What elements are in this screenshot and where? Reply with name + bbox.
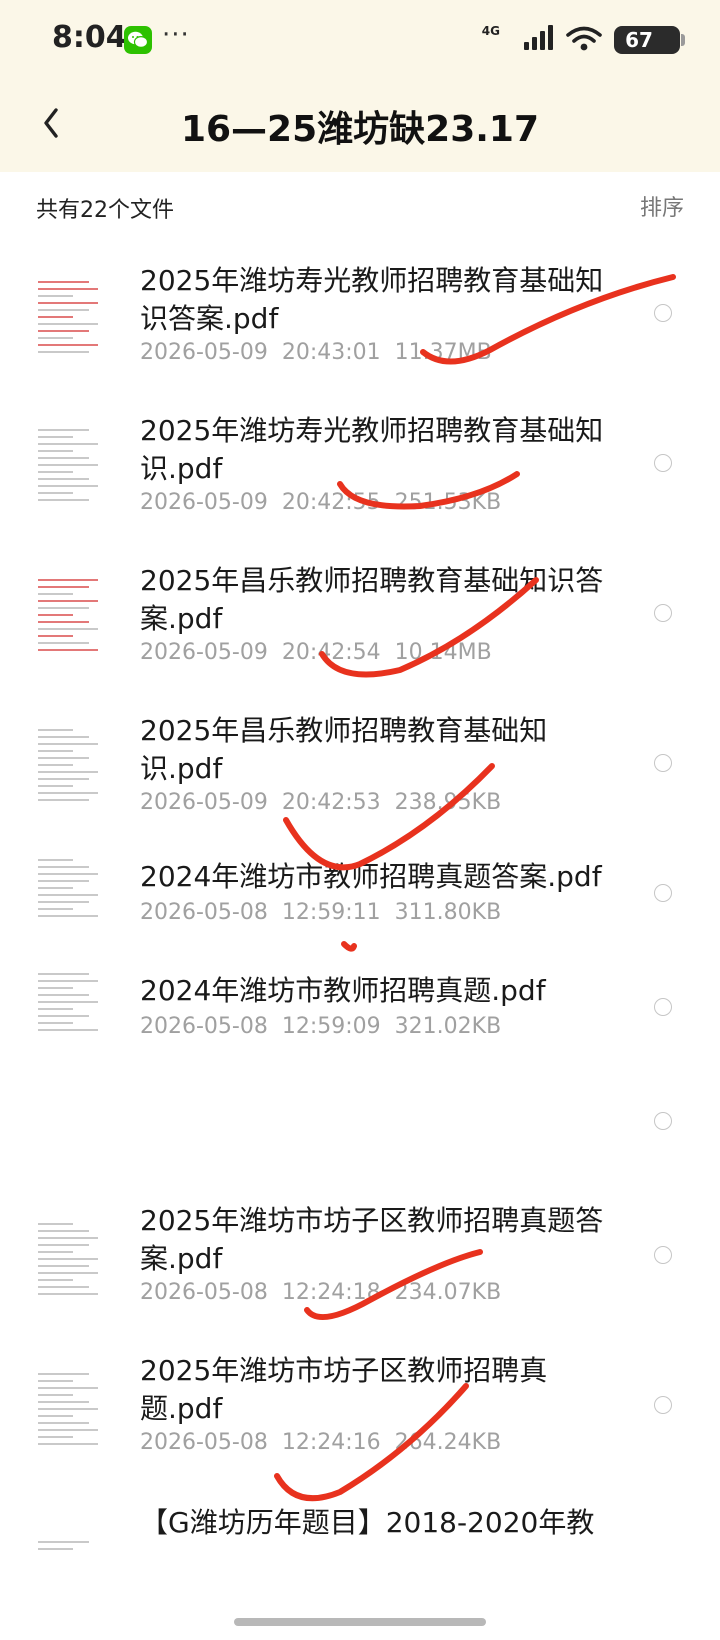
file-date: 2026-05-09 — [140, 340, 268, 365]
file-meta: 2026-05-09 20:42:55 251.53KB — [140, 490, 501, 515]
select-radio[interactable] — [654, 754, 672, 772]
file-time: 20:42:55 — [281, 490, 381, 515]
signal-icon — [522, 24, 554, 54]
file-row[interactable]: 【G潍坊历年题目】2018-2020年教 — [0, 1482, 720, 1620]
battery-icon: 67 — [614, 26, 685, 54]
file-row[interactable]: 2025年昌乐教师招聘教育基础知识答案.pdf 2026-05-09 20:42… — [0, 542, 720, 692]
file-time: 12:59:09 — [281, 1014, 381, 1039]
file-time: 20:42:54 — [281, 640, 381, 665]
file-size: 10.14MB — [394, 640, 492, 665]
file-thumbnail — [36, 1368, 100, 1452]
file-thumbnail — [36, 854, 100, 938]
select-radio[interactable] — [654, 884, 672, 902]
file-meta: 2026-05-08 12:59:09 321.02KB — [140, 1014, 501, 1039]
file-time: 12:24:18 — [281, 1280, 381, 1305]
file-row[interactable]: 2025年潍坊寿光教师招聘教育基础知识答案.pdf 2026-05-09 20:… — [0, 242, 720, 392]
file-thumbnail — [36, 1218, 100, 1302]
file-size: 251.53KB — [394, 490, 502, 515]
summary-bar: 共有22个文件 排序 — [0, 172, 720, 242]
file-meta: 2026-05-09 20:42:53 238.95KB — [140, 790, 501, 815]
file-date: 2026-05-09 — [140, 790, 268, 815]
file-thumbnail — [36, 968, 100, 1052]
file-name: 【G潍坊历年题目】2018-2020年教 — [140, 1506, 595, 1539]
file-row[interactable]: 2025年潍坊寿光教师招聘教育基础知识.pdf 2026-05-09 20:42… — [0, 392, 720, 542]
file-name: 2024年潍坊市教师招聘真题答案.pdf — [140, 860, 602, 893]
file-row[interactable]: 2024年潍坊市教师招聘真题答案.pdf 2026-05-08 12:59:11… — [0, 840, 720, 954]
wifi-icon — [566, 26, 602, 56]
select-radio[interactable] — [654, 998, 672, 1016]
file-time: 12:24:16 — [281, 1430, 381, 1455]
file-row[interactable]: 2024年潍坊市教师招聘真题.pdf 2026-05-08 12:59:09 3… — [0, 954, 720, 1068]
status-time: 8:04 — [52, 20, 127, 55]
file-time: 20:43:01 — [281, 340, 381, 365]
file-name: 2024年潍坊市教师招聘真题.pdf — [140, 974, 546, 1007]
file-row[interactable]: 2025年潍坊市坊子区教师招聘真题.pdf 2026-05-08 12:24:1… — [0, 1332, 720, 1482]
file-size: 264.24KB — [394, 1430, 502, 1455]
file-list: 2025年潍坊寿光教师招聘教育基础知识答案.pdf 2026-05-09 20:… — [0, 242, 720, 1620]
home-indicator[interactable] — [234, 1618, 486, 1626]
file-name: 2025年潍坊市坊子区教师招聘真题答案.pdf — [140, 1204, 604, 1275]
select-radio[interactable] — [654, 1396, 672, 1414]
battery-level: 67 — [625, 28, 653, 52]
file-size: 11.37MB — [394, 340, 492, 365]
file-date: 2026-05-08 — [140, 1430, 268, 1455]
file-row[interactable] — [0, 1068, 720, 1182]
file-meta: 2026-05-09 20:42:54 10.14MB — [140, 640, 492, 665]
select-radio[interactable] — [654, 1112, 672, 1130]
file-thumbnail — [36, 724, 100, 808]
file-size: 311.80KB — [394, 900, 502, 925]
wechat-icon — [124, 26, 152, 54]
file-name: 2025年昌乐教师招聘教育基础知识答案.pdf — [140, 564, 604, 635]
file-name: 2025年昌乐教师招聘教育基础知识.pdf — [140, 714, 548, 785]
network-type: 4G — [481, 24, 500, 38]
file-size: 238.95KB — [394, 790, 502, 815]
app-header: 16—25潍坊缺23.17 — [0, 80, 720, 172]
file-thumbnail — [36, 424, 100, 508]
more-notifications-icon: ··· — [162, 20, 190, 50]
file-thumbnail — [36, 574, 100, 658]
file-size: 234.07KB — [394, 1280, 502, 1305]
file-meta: 2026-05-08 12:59:11 311.80KB — [140, 900, 501, 925]
status-bar: 8:04 ··· 4G 67 — [0, 0, 720, 80]
file-date: 2026-05-09 — [140, 490, 268, 515]
file-time: 12:59:11 — [281, 900, 381, 925]
select-radio[interactable] — [654, 1246, 672, 1264]
page-title: 16—25潍坊缺23.17 — [180, 109, 540, 150]
file-size: 321.02KB — [394, 1014, 502, 1039]
sort-button[interactable]: 排序 — [640, 190, 684, 222]
file-thumbnail — [36, 1536, 100, 1620]
file-thumbnail — [36, 276, 100, 360]
file-meta: 2026-05-08 12:24:16 264.24KB — [140, 1430, 501, 1455]
file-time: 20:42:53 — [281, 790, 381, 815]
file-name: 2025年潍坊寿光教师招聘教育基础知识.pdf — [140, 414, 604, 485]
select-radio[interactable] — [654, 604, 672, 622]
file-row[interactable]: 2025年昌乐教师招聘教育基础知识.pdf 2026-05-09 20:42:5… — [0, 692, 720, 840]
select-radio[interactable] — [654, 304, 672, 322]
file-name: 2025年潍坊市坊子区教师招聘真题.pdf — [140, 1354, 548, 1425]
file-date: 2026-05-08 — [140, 900, 268, 925]
file-date: 2026-05-08 — [140, 1280, 268, 1305]
file-meta: 2026-05-08 12:24:18 234.07KB — [140, 1280, 501, 1305]
file-meta: 2026-05-09 20:43:01 11.37MB — [140, 340, 492, 365]
file-row[interactable]: 2025年潍坊市坊子区教师招聘真题答案.pdf 2026-05-08 12:24… — [0, 1182, 720, 1332]
file-name: 2025年潍坊寿光教师招聘教育基础知识答案.pdf — [140, 264, 604, 335]
file-date: 2026-05-08 — [140, 1014, 268, 1039]
select-radio[interactable] — [654, 454, 672, 472]
file-date: 2026-05-09 — [140, 640, 268, 665]
file-count: 共有22个文件 — [36, 198, 174, 223]
